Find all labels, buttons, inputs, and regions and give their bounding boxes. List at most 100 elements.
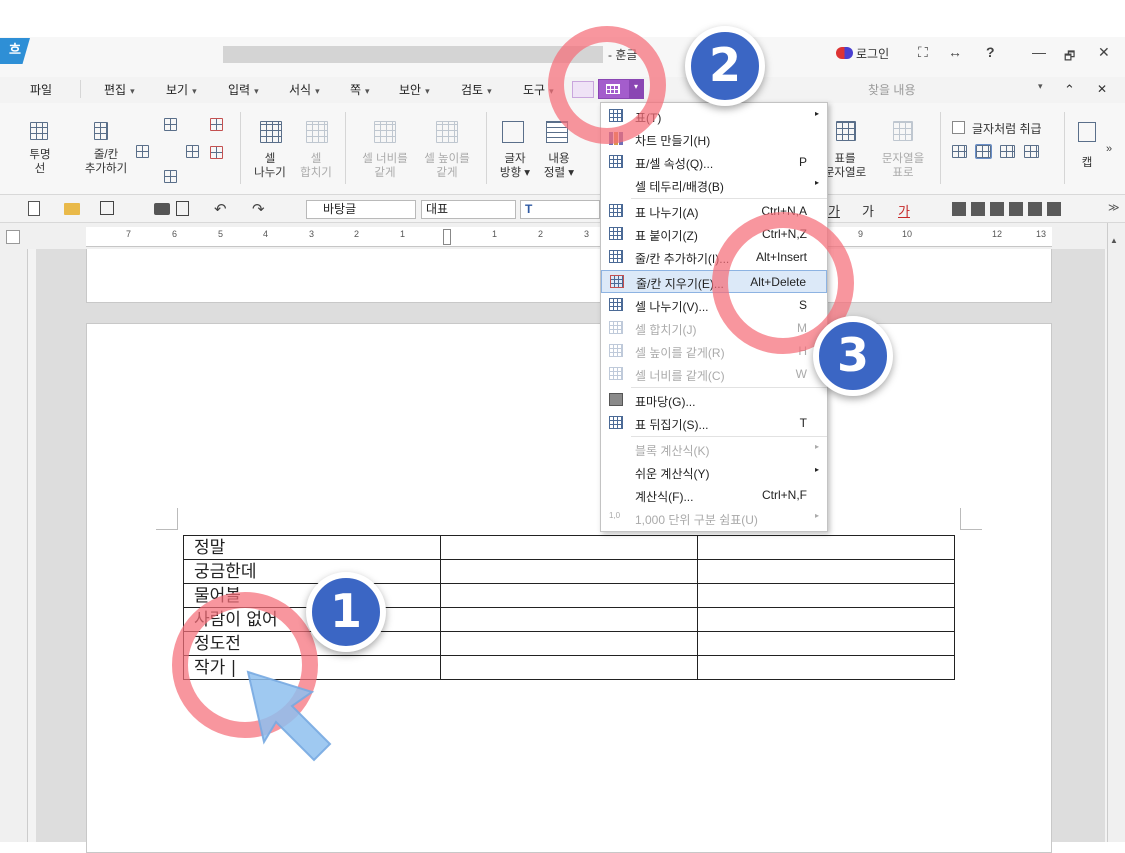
table-cell[interactable]: [697, 559, 955, 584]
help-icon[interactable]: ?: [986, 44, 995, 60]
fullscreen-icon[interactable]: ⛶: [918, 44, 928, 61]
table-cell[interactable]: [697, 631, 955, 656]
menu-insert[interactable]: 입력 ▾: [228, 81, 259, 98]
ruler-indent-marker[interactable]: [443, 229, 451, 245]
table-cell[interactable]: [440, 655, 698, 680]
minimize-icon[interactable]: —: [1032, 44, 1046, 60]
menu-item-label: 블록 계산식(K): [635, 444, 710, 458]
highlight-button[interactable]: 가: [862, 201, 874, 220]
table-cell[interactable]: [697, 607, 955, 632]
ribbon-transparent-line-button[interactable]: 투명 선: [22, 148, 58, 176]
redo-icon[interactable]: ↷: [252, 200, 265, 218]
menu-item-table-gallery[interactable]: 표마당(G)...: [601, 389, 827, 412]
table-cell[interactable]: [697, 655, 955, 680]
table-properties-icon: [609, 155, 623, 168]
preview-icon[interactable]: [176, 201, 189, 216]
menu-review-label: 검토: [461, 83, 484, 97]
ribbon-more-icon[interactable]: »: [1106, 143, 1112, 155]
style-select[interactable]: 바탕글: [306, 200, 416, 219]
menu-item-cell-border[interactable]: 셀 테두리/배경(B) ▸: [601, 174, 827, 197]
table-cell[interactable]: [697, 535, 955, 560]
treat-as-char-checkbox[interactable]: [952, 121, 965, 134]
close-icon[interactable]: ✕: [1098, 44, 1110, 61]
scroll-up-icon[interactable]: ▲: [1110, 236, 1118, 245]
ruler-label: 3: [584, 229, 590, 239]
chevron-down-icon: ▾: [315, 86, 320, 96]
menu-item-formula[interactable]: 계산식(F)... Ctrl+N,F: [601, 484, 827, 507]
menu-edit[interactable]: 편집 ▾: [104, 81, 135, 98]
ribbon-caption-button[interactable]: 캡: [1076, 156, 1098, 170]
paragraph-align-buttons[interactable]: [952, 202, 1064, 216]
valign-fill-icon[interactable]: [1024, 145, 1039, 158]
ribbon-add-rowcol-button[interactable]: 줄/칸 추가하기: [78, 148, 134, 176]
ruler-corner-icon[interactable]: [6, 230, 20, 244]
text-color-button[interactable]: 가: [898, 201, 910, 220]
close-doc-icon[interactable]: ✕: [1097, 82, 1107, 96]
table-cell[interactable]: 궁금한데: [183, 559, 441, 584]
table-row[interactable]: 정말: [183, 535, 955, 560]
table-cell[interactable]: [440, 607, 698, 632]
valign-bottom-icon[interactable]: [1000, 145, 1015, 158]
search-dropdown-icon[interactable]: ▾: [1038, 81, 1043, 92]
menu-file[interactable]: 파일: [30, 81, 52, 98]
valign-middle-icon[interactable]: [975, 144, 992, 159]
ruler-label: 2: [538, 229, 544, 239]
table-cell[interactable]: [440, 559, 698, 584]
menu-divider: [80, 80, 81, 98]
table-cell[interactable]: [440, 535, 698, 560]
menu-item-block-formula[interactable]: 블록 계산식(K) ▸: [601, 438, 827, 461]
ribbon-content-align-button[interactable]: 내용 정렬 ▾: [540, 152, 578, 180]
search-input[interactable]: 찾을 내용: [868, 81, 916, 98]
delete-col-icon[interactable]: [210, 146, 223, 159]
ribbon-text-to-table-button[interactable]: 문자열을 표로: [876, 152, 930, 180]
menu-view[interactable]: 보기 ▾: [166, 81, 197, 98]
table-cell[interactable]: 정말: [183, 535, 441, 560]
print-icon[interactable]: [154, 203, 170, 215]
new-doc-icon[interactable]: [28, 201, 40, 216]
save-icon[interactable]: [100, 201, 114, 215]
ribbon-merge-cell-button[interactable]: 셀 합치기: [296, 152, 336, 180]
insert-below-icon[interactable]: [164, 170, 177, 183]
font-color-button[interactable]: 가: [828, 201, 840, 220]
menu-format[interactable]: 서식 ▾: [289, 81, 320, 98]
table-cell[interactable]: [440, 631, 698, 656]
font-type-select[interactable]: T: [520, 200, 600, 219]
restore-icon[interactable]: 🗗: [1064, 47, 1075, 68]
merge-cell-icon: [306, 121, 328, 143]
menu-item-label: 1,000 단위 구분 쉼표(U): [635, 513, 758, 527]
toolbar-more-icon[interactable]: ≫: [1108, 201, 1120, 214]
menu-security[interactable]: 보안 ▾: [399, 81, 430, 98]
vertical-ruler[interactable]: [0, 249, 28, 842]
collapse-ribbon-icon[interactable]: ⌃: [1064, 82, 1075, 98]
insert-right-icon[interactable]: [186, 145, 199, 158]
ribbon-text-direction-button[interactable]: 글자 방향 ▾: [496, 152, 534, 180]
vertical-scrollbar[interactable]: [1107, 223, 1125, 842]
table-row[interactable]: 물어볼: [183, 583, 955, 608]
menu-page[interactable]: 쪽 ▾: [350, 81, 370, 98]
font-select[interactable]: 대표: [421, 200, 516, 219]
menu-item-equal-width[interactable]: 셀 너비를 같게(C) W: [601, 363, 827, 386]
insert-left-icon[interactable]: [136, 145, 149, 158]
menu-item-thousands-separator[interactable]: 1,0 1,000 단위 구분 쉼표(U) ▸: [601, 507, 827, 530]
table-cell[interactable]: [697, 583, 955, 608]
table-cell[interactable]: [440, 583, 698, 608]
resize-icon[interactable]: ↔: [948, 44, 962, 60]
ribbon-table-to-text-button[interactable]: 표를 문자열로: [822, 152, 868, 180]
ribbon-equal-width-button[interactable]: 셀 너비를 같게: [356, 152, 414, 180]
open-folder-icon[interactable]: [64, 203, 80, 215]
insert-above-icon[interactable]: [164, 118, 177, 131]
menu-item-table-properties[interactable]: 표/셀 속성(Q)... P: [601, 151, 827, 174]
submenu-arrow-icon: ▸: [814, 178, 819, 187]
login-button[interactable]: 로그인: [856, 45, 889, 62]
valign-top-icon[interactable]: [952, 145, 967, 158]
menu-review[interactable]: 검토 ▾: [461, 81, 492, 98]
delete-row-icon[interactable]: [210, 118, 223, 131]
menu-item-easy-formula[interactable]: 쉬운 계산식(Y) ▸: [601, 461, 827, 484]
ribbon-equal-height-button[interactable]: 셀 높이를 같게: [418, 152, 476, 180]
undo-icon[interactable]: ↶: [214, 200, 227, 218]
table-row[interactable]: 궁금한데: [183, 559, 955, 584]
ribbon-split-cell-button[interactable]: 셀 나누기: [250, 152, 290, 180]
menu-item-flip-table[interactable]: 표 뒤집기(S)... T: [601, 412, 827, 435]
login-icon[interactable]: [836, 47, 853, 59]
margin-corner-mark: [960, 508, 982, 530]
